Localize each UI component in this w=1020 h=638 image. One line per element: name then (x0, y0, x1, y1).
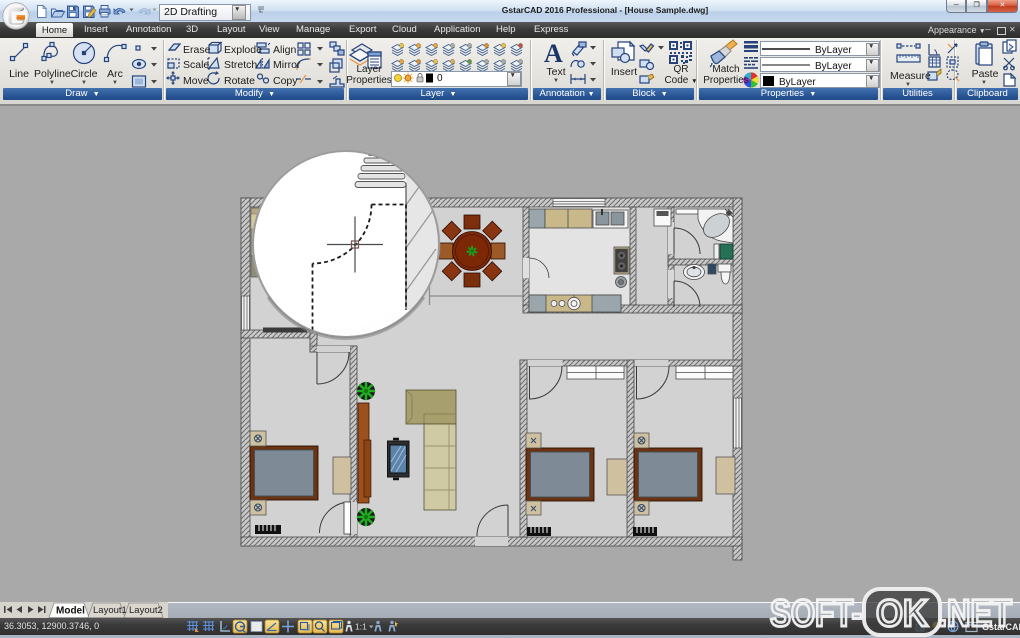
svg-text:SOFT-: SOFT- (770, 593, 862, 635)
svg-text:OK: OK (876, 593, 929, 635)
svg-text:.NET: .NET (938, 593, 1012, 635)
